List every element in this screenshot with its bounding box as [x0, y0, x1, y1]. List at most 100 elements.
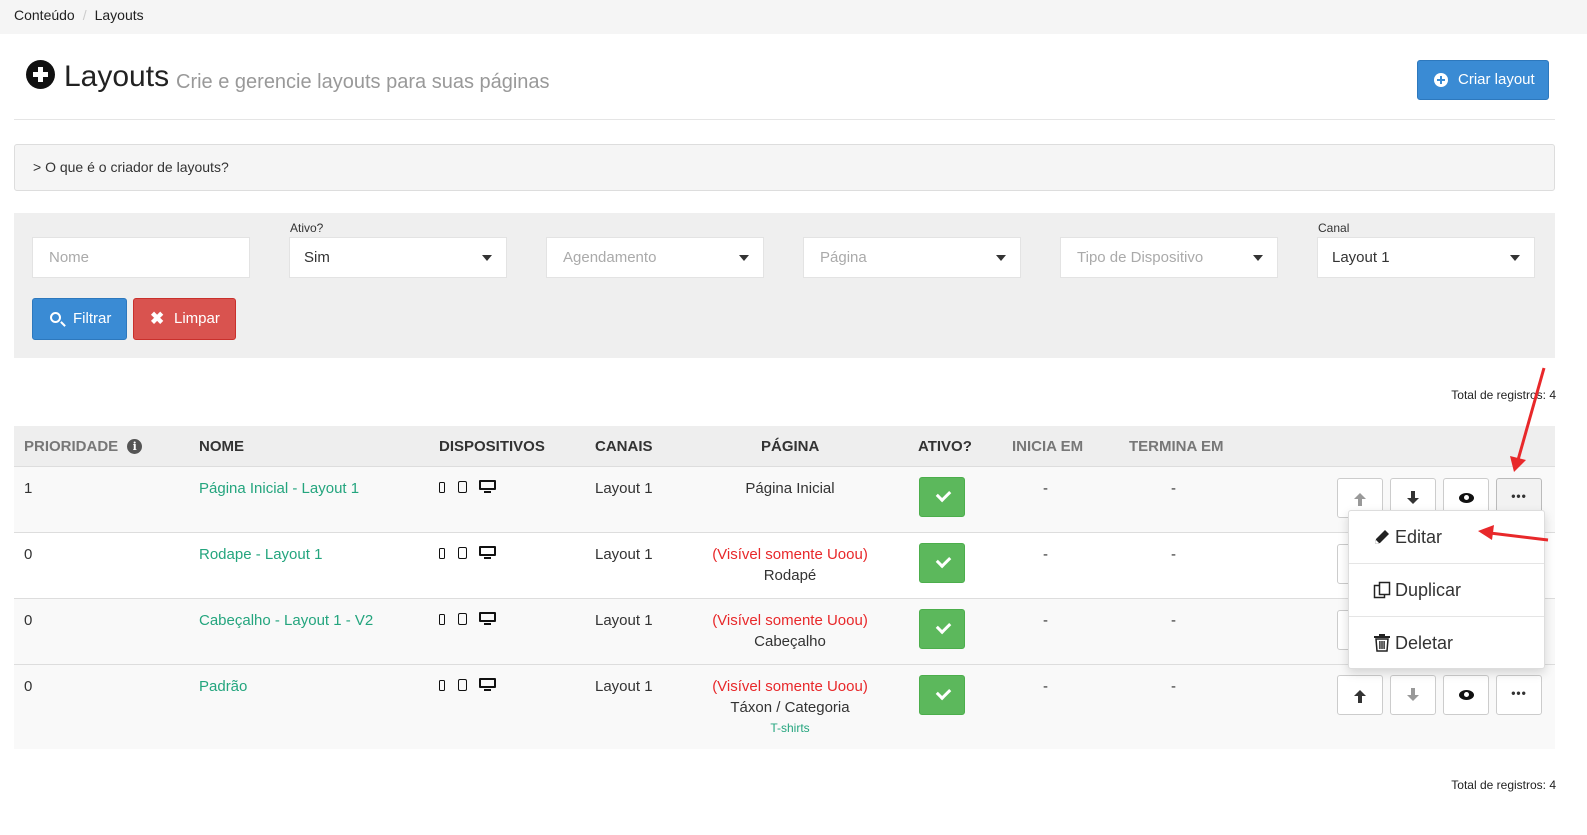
create-layout-button[interactable]: Criar layout — [1417, 60, 1549, 100]
channel-filter-value: Layout 1 — [1332, 249, 1390, 266]
clear-button-label: Limpar — [174, 310, 220, 327]
mobile-icon — [439, 614, 445, 625]
move-up-button[interactable] — [1337, 675, 1383, 715]
schedule-filter-select[interactable]: Agendamento — [546, 237, 764, 278]
device-filter-placeholder: Tipo de Dispositivo — [1077, 249, 1204, 266]
row-page-name: Táxon / Categoria — [730, 699, 850, 716]
pencil-icon — [1375, 530, 1389, 544]
row-end: - — [1171, 480, 1176, 497]
row-priority: 0 — [24, 678, 33, 695]
info-icon[interactable]: i — [127, 439, 143, 454]
desktop-icon — [479, 678, 496, 691]
row-channel: Layout 1 — [595, 678, 653, 695]
arrow-down-icon — [1407, 491, 1419, 504]
arrow-up-icon — [1354, 690, 1366, 703]
menu-item-duplicate[interactable]: Duplicar — [1349, 564, 1544, 617]
row-end: - — [1171, 612, 1176, 629]
column-header-start: INICIA EM — [1012, 438, 1084, 455]
plus-circle-icon — [1434, 73, 1448, 87]
active-filter-select[interactable]: Sim — [289, 237, 507, 278]
row-page: (Visível somente Uoou) Táxon / Categoria… — [690, 676, 890, 739]
plus-circle-icon — [26, 60, 55, 89]
clear-button[interactable]: ✖ Limpar — [133, 298, 236, 340]
row-name-link[interactable]: Rodape - Layout 1 — [199, 546, 322, 563]
active-toggle-button[interactable] — [919, 609, 965, 649]
breadcrumb: Conteúdo / Layouts — [0, 0, 1587, 34]
column-header-channels: CANAIS — [595, 438, 653, 455]
more-actions-button[interactable]: ••• — [1496, 675, 1542, 715]
row-page-name: Rodapé — [763, 567, 817, 584]
total-records-top: Total de registros: 4 — [1451, 388, 1556, 402]
schedule-filter-placeholder: Agendamento — [563, 249, 657, 266]
tablet-icon — [458, 547, 467, 559]
eye-icon — [1459, 690, 1474, 700]
desktop-icon — [479, 612, 496, 625]
preview-button[interactable] — [1443, 675, 1489, 715]
page-title: Layouts — [64, 60, 170, 93]
row-priority: 0 — [24, 612, 33, 629]
mobile-icon — [439, 548, 445, 559]
page-subtitle: Crie e gerencie layouts para suas página… — [176, 71, 550, 93]
row-start: - — [1043, 612, 1048, 629]
desktop-icon — [479, 546, 496, 559]
desktop-icon — [479, 480, 496, 493]
channel-filter-select[interactable]: Layout 1 — [1317, 237, 1535, 278]
actions-dropdown-menu: Editar Duplicar Deletar — [1348, 510, 1545, 669]
active-toggle-button[interactable] — [919, 543, 965, 583]
row-channel: Layout 1 — [595, 546, 653, 563]
close-icon: ✖ — [150, 309, 165, 328]
caret-down-icon — [739, 255, 749, 261]
filter-button[interactable]: Filtrar — [32, 298, 127, 340]
column-header-name[interactable]: NOME — [199, 438, 244, 455]
total-records-bottom: Total de registros: 4 — [1451, 778, 1556, 792]
search-icon — [50, 312, 61, 323]
help-collapsible[interactable]: > O que é o criador de layouts? — [14, 144, 1555, 191]
active-filter-label: Ativo? — [290, 221, 324, 235]
breadcrumb-item-layouts: Layouts — [94, 7, 144, 23]
mobile-icon — [439, 680, 445, 691]
menu-item-delete-label: Deletar — [1395, 633, 1454, 653]
row-name-link[interactable]: Cabeçalho - Layout 1 - V2 — [199, 612, 373, 629]
column-header-devices: DISPOSITIVOS — [439, 438, 545, 455]
menu-item-edit-label: Editar — [1395, 527, 1443, 547]
row-taxon-tag[interactable]: T-shirts — [690, 718, 890, 739]
row-start: - — [1043, 480, 1048, 497]
row-name-link[interactable]: Padrão — [199, 678, 247, 695]
table-row: 0 Padrão Layout 1 (Visível somente Uoou)… — [14, 665, 1555, 749]
move-down-button[interactable] — [1390, 675, 1436, 715]
row-priority: 1 — [24, 480, 33, 497]
menu-item-delete[interactable]: Deletar — [1349, 617, 1544, 670]
tablet-icon — [458, 613, 467, 625]
menu-item-duplicate-label: Duplicar — [1395, 580, 1462, 600]
table-header: PRIORIDADE i NOME DISPOSITIVOS CANAIS PÁG… — [14, 426, 1555, 467]
arrow-up-icon — [1354, 493, 1366, 506]
column-header-end: TERMINA EM — [1129, 438, 1224, 455]
copy-icon — [1373, 581, 1391, 599]
menu-item-edit[interactable]: Editar — [1349, 511, 1544, 564]
column-header-priority[interactable]: PRIORIDADE i — [24, 438, 143, 455]
arrow-down-icon — [1407, 688, 1419, 701]
row-page-name: Página Inicial — [745, 480, 835, 497]
mobile-icon — [439, 482, 445, 493]
table-row: 0 Cabeçalho - Layout 1 - V2 Layout 1 (Vi… — [14, 599, 1555, 665]
create-layout-label: Criar layout — [1458, 71, 1535, 88]
row-name-link[interactable]: Página Inicial - Layout 1 — [199, 480, 359, 497]
device-filter-select[interactable]: Tipo de Dispositivo — [1060, 237, 1278, 278]
breadcrumb-item-content[interactable]: Conteúdo — [14, 7, 75, 23]
page-filter-select[interactable]: Página — [803, 237, 1021, 278]
row-end: - — [1171, 678, 1176, 695]
row-end: - — [1171, 546, 1176, 563]
row-visibility-note: (Visível somente Uoou) — [712, 678, 868, 695]
active-toggle-button[interactable] — [919, 477, 965, 517]
active-toggle-button[interactable] — [919, 675, 965, 715]
filter-panel: Nome Ativo? Sim Agendamento Página Tipo … — [14, 213, 1555, 358]
active-filter-value: Sim — [304, 249, 330, 266]
eye-icon — [1459, 493, 1474, 503]
table-row: 1 Página Inicial - Layout 1 Layout 1 Pág… — [14, 467, 1555, 533]
trash-icon — [1374, 634, 1390, 652]
row-start: - — [1043, 678, 1048, 695]
caret-down-icon — [482, 255, 492, 261]
filter-button-label: Filtrar — [73, 310, 112, 327]
name-filter-input[interactable]: Nome — [32, 237, 250, 278]
caret-down-icon — [996, 255, 1006, 261]
